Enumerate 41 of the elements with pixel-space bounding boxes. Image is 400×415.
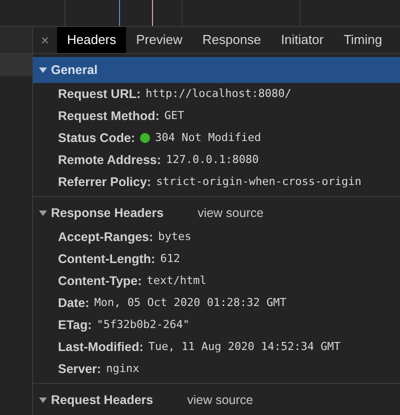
header-name: ETag: [58, 316, 92, 334]
header-value: Tue, 11 Aug 2020 14:52:34 GMT [148, 338, 340, 355]
header-value: "5f32b0b2-264" [96, 316, 190, 333]
header-value: bytes [158, 228, 192, 245]
tab[interactable]: Response [192, 27, 271, 53]
header-name: Server: [58, 360, 102, 378]
header-value: Mon, 05 Oct 2020 01:28:32 GMT [94, 294, 286, 311]
tab[interactable]: Headers [57, 27, 126, 53]
section-header[interactable]: Request Headers view source [33, 387, 400, 413]
view-source-link[interactable]: view source [187, 390, 254, 410]
header-value: http://localhost:8080/ [146, 86, 292, 102]
tab[interactable]: Timing [334, 27, 392, 53]
header-name: Status Code: [58, 130, 136, 147]
header-value: strict-origin-when-cross-origin [156, 174, 362, 190]
header-name: Last-Modified: [58, 338, 144, 356]
disclosure-triangle-icon [39, 396, 47, 404]
section-title: General [51, 62, 98, 79]
header-name: Content-Type: [58, 272, 142, 290]
view-source-link[interactable]: view source [198, 204, 264, 222]
tab[interactable]: Initiator [270, 27, 334, 53]
section-title: Response Headers [51, 204, 164, 222]
header-value: 304 Not Modified [155, 130, 262, 146]
tab[interactable]: Preview [126, 27, 192, 53]
section-header[interactable]: General [33, 57, 400, 83]
header-value: 612 [160, 250, 180, 267]
disclosure-triangle-icon [39, 66, 47, 74]
header-name: Content-Length: [58, 250, 156, 268]
section-title: Request Headers [51, 392, 154, 409]
header-name: Request Method: [58, 108, 160, 125]
section-header[interactable]: Response Headers view source [33, 200, 400, 226]
header-value: 127.0.0.1:8080 [166, 152, 259, 168]
header-name: Remote Address: [58, 152, 162, 169]
header-value: text/html [146, 272, 206, 289]
close-button[interactable]: × [33, 27, 57, 53]
header-value: GET [164, 108, 184, 124]
header-value: nginx [106, 360, 140, 377]
header-name: Accept-Ranges: [58, 228, 154, 246]
header-name: Request URL: [58, 86, 141, 103]
header-name: Referrer Policy: [58, 174, 152, 191]
header-name: Date: [58, 294, 90, 312]
disclosure-triangle-icon [39, 209, 47, 217]
